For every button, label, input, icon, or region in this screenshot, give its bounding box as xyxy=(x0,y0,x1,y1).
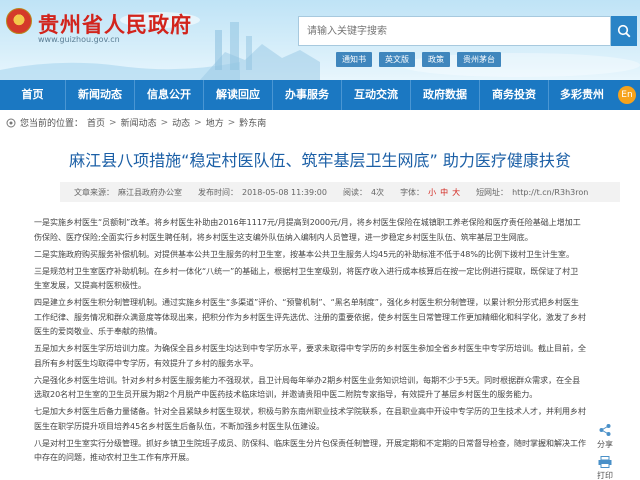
article-title: 麻江县八项措施“稳定村医队伍、筑牢基层卫生网底” 助力医疗健康扶贫 xyxy=(69,151,571,170)
article-body: 一是实施乡村医生“员额制”改革。将乡村医生补助由2016年1117元/月提高到2… xyxy=(34,216,586,468)
source-label: 文章来源： xyxy=(74,187,114,197)
article-paragraph: 三是规范村卫生室医疗补助机制。在乡村一体化“八统一”的基础上，根据村卫生室级别，… xyxy=(34,266,579,291)
search-button[interactable] xyxy=(611,16,637,46)
breadcrumb-separator: > xyxy=(160,117,169,128)
breadcrumb-item-dynamics[interactable]: 动态 xyxy=(172,116,190,129)
breadcrumb-separator: > xyxy=(227,117,236,128)
article-paragraph: 二是实施政府购买服务补偿机制。对提供基本公共卫生服务的村卫生室，按基本公共卫生服… xyxy=(34,249,574,259)
article-paragraph: 四是建立乡村医生积分制管理机制。通过实施乡村医生“多渠道”评价、“预警机制”、“… xyxy=(34,298,586,336)
search-icon xyxy=(617,24,631,38)
breadcrumb-prefix: 您当前的位置： xyxy=(20,119,84,129)
site-url: www.guizhou.gov.cn xyxy=(38,35,120,44)
location-pin-icon xyxy=(6,118,16,127)
print-icon xyxy=(598,456,612,468)
font-size-large-button[interactable]: 大 xyxy=(452,187,460,198)
breadcrumb-separator: > xyxy=(194,117,202,128)
quick-link-4[interactable]: 贵州茅台 xyxy=(457,52,501,67)
breadcrumb-item-news[interactable]: 新闻动态 xyxy=(121,116,157,129)
breadcrumb: 您当前的位置： 首页 > 新闻动态 > 动态 > 地方 > 黔东南 xyxy=(6,116,266,129)
quick-link-1[interactable]: 通知书 xyxy=(336,52,372,67)
nav-item-interpretation[interactable]: 解读回应 xyxy=(204,80,273,110)
article-paragraph: 一是实施乡村医生“员额制”改革。将乡村医生补助由2016年1117元/月提高到2… xyxy=(34,218,581,242)
article-source: 麻江县政府办公室 xyxy=(118,187,182,197)
nav-item-colorful-guizhou[interactable]: 多彩贵州 xyxy=(549,80,615,110)
article-date: 2018-05-08 11:39:00 xyxy=(242,187,327,197)
search-input[interactable] xyxy=(298,16,611,46)
quick-link-3[interactable]: 政策 xyxy=(422,52,450,67)
short-url[interactable]: http://t.cn/R3h3ron xyxy=(512,188,588,197)
font-size-label: 字体： xyxy=(400,187,425,197)
nav-item-home[interactable]: 首页 xyxy=(0,80,66,110)
article-views: 4次 xyxy=(370,187,385,197)
article-meta-bar: 文章来源： 麻江县政府办公室 发布时间： 2018-05-08 11:39:00… xyxy=(60,182,620,202)
side-tools: 分享 打印 xyxy=(591,423,619,480)
nav-item-interaction[interactable]: 互动交流 xyxy=(342,80,411,110)
share-label: 分享 xyxy=(597,440,613,449)
main-nav: 首页 新闻动态 信息公开 解读回应 办事服务 互动交流 政府数据 商务投资 多彩… xyxy=(0,80,640,110)
breadcrumb-item-qiandongnan[interactable]: 黔东南 xyxy=(239,116,266,129)
national-emblem-icon xyxy=(6,8,32,34)
views-label: 阅读： xyxy=(342,187,367,197)
share-icon xyxy=(599,424,611,436)
quick-links: 通知书 英文版 政策 贵州茅台 xyxy=(336,52,501,67)
quick-link-2[interactable]: 英文版 xyxy=(379,52,415,67)
language-switch-button[interactable]: En xyxy=(618,86,636,104)
nav-item-services[interactable]: 办事服务 xyxy=(273,80,342,110)
nav-item-info-disclosure[interactable]: 信息公开 xyxy=(135,80,204,110)
font-size-small-button[interactable]: 小 xyxy=(428,187,436,198)
article-paragraph: 五是加大乡村医生学历培训力度。为确保全县乡村医生均达到中专学历水平，要求未取得中… xyxy=(34,344,586,368)
breadcrumb-item-home[interactable]: 首页 xyxy=(87,116,105,129)
print-button[interactable]: 打印 xyxy=(591,456,619,480)
short-url-label: 短网址： xyxy=(476,187,509,197)
breadcrumb-item-local[interactable]: 地方 xyxy=(206,116,224,129)
print-label: 打印 xyxy=(597,471,613,480)
article-paragraph: 七是加大乡村医生后备力量储备。针对全县紧缺乡村医生现状，积极与黔东南州职业技术学… xyxy=(34,407,586,431)
font-size-medium-button[interactable]: 中 xyxy=(440,187,448,198)
article-paragraph: 八是对村卫生室实行分级管理。抓好乡镇卫生院班子成员、防保科、临床医生分片包保责任… xyxy=(34,438,586,463)
breadcrumb-separator: > xyxy=(109,117,117,128)
nav-item-news[interactable]: 新闻动态 xyxy=(66,80,135,110)
share-button[interactable]: 分享 xyxy=(591,423,619,450)
nav-item-gov-data[interactable]: 政府数据 xyxy=(411,80,480,110)
date-label: 发布时间： xyxy=(198,187,238,197)
article-paragraph: 六是强化乡村医生培训。针对乡村乡村医生服务能力不强现状，县卫计局每年举办2期乡村… xyxy=(34,375,581,400)
nav-item-investment[interactable]: 商务投资 xyxy=(480,80,549,110)
site-header: 贵州省人民政府 www.guizhou.gov.cn 通知书 英文版 政策 贵州… xyxy=(0,0,640,80)
